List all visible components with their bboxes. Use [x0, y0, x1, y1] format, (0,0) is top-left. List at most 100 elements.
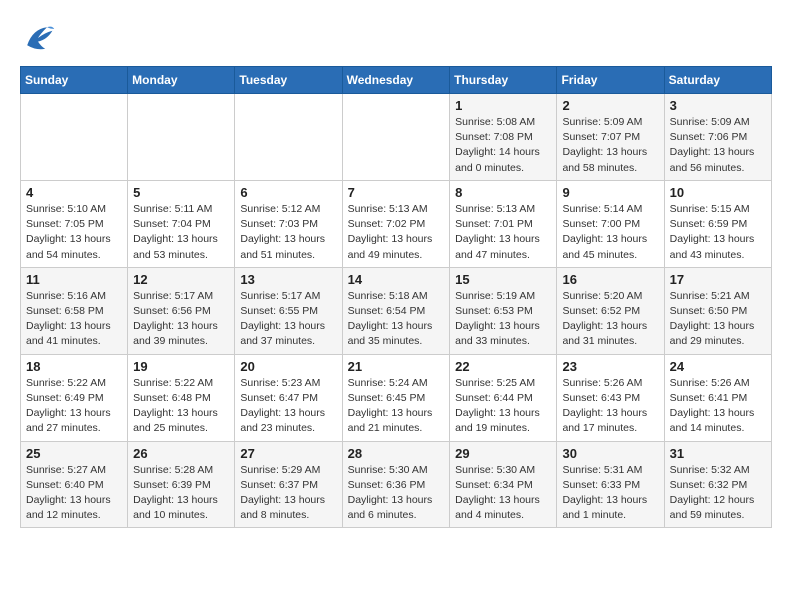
calendar-cell: 13 Sunrise: 5:17 AM Sunset: 6:55 PM Dayli…	[235, 267, 342, 354]
day-number: 9	[562, 185, 658, 200]
day-number: 12	[133, 272, 229, 287]
calendar-cell: 22 Sunrise: 5:25 AM Sunset: 6:44 PM Dayli…	[450, 354, 557, 441]
day-number: 31	[670, 446, 766, 461]
calendar-cell: 23 Sunrise: 5:26 AM Sunset: 6:43 PM Dayli…	[557, 354, 664, 441]
day-info: Sunrise: 5:20 AM Sunset: 6:52 PM Dayligh…	[562, 289, 658, 350]
day-number: 15	[455, 272, 551, 287]
calendar-cell: 1 Sunrise: 5:08 AM Sunset: 7:08 PM Daylig…	[450, 94, 557, 181]
calendar-header-tuesday: Tuesday	[235, 67, 342, 94]
day-number: 28	[348, 446, 445, 461]
calendar-cell: 24Sunrise: 5:26 AM Sunset: 6:41 PM Dayli…	[664, 354, 771, 441]
calendar-cell: 29Sunrise: 5:30 AM Sunset: 6:34 PM Dayli…	[450, 441, 557, 528]
day-number: 19	[133, 359, 229, 374]
calendar-week-row: 4 Sunrise: 5:10 AM Sunset: 7:05 PM Daylig…	[21, 180, 772, 267]
calendar-week-row: 18 Sunrise: 5:22 AM Sunset: 6:49 PM Dayli…	[21, 354, 772, 441]
calendar-cell: 3 Sunrise: 5:09 AM Sunset: 7:06 PM Daylig…	[664, 94, 771, 181]
calendar-cell: 26Sunrise: 5:28 AM Sunset: 6:39 PM Dayli…	[128, 441, 235, 528]
day-info: Sunrise: 5:30 AM Sunset: 6:36 PM Dayligh…	[348, 463, 445, 524]
day-info: Sunrise: 5:15 AM Sunset: 6:59 PM Dayligh…	[670, 202, 766, 263]
day-info: Sunrise: 5:19 AM Sunset: 6:53 PM Dayligh…	[455, 289, 551, 350]
day-info: Sunrise: 5:22 AM Sunset: 6:49 PM Dayligh…	[26, 376, 122, 437]
day-number: 18	[26, 359, 122, 374]
day-number: 10	[670, 185, 766, 200]
calendar-cell: 12 Sunrise: 5:17 AM Sunset: 6:56 PM Dayli…	[128, 267, 235, 354]
calendar-header-saturday: Saturday	[664, 67, 771, 94]
day-info: Sunrise: 5:27 AM Sunset: 6:40 PM Dayligh…	[26, 463, 122, 524]
day-number: 17	[670, 272, 766, 287]
calendar-cell: 20Sunrise: 5:23 AM Sunset: 6:47 PM Dayli…	[235, 354, 342, 441]
day-number: 29	[455, 446, 551, 461]
day-number: 22	[455, 359, 551, 374]
day-number: 16	[562, 272, 658, 287]
day-number: 4	[26, 185, 122, 200]
calendar-cell: 19 Sunrise: 5:22 AM Sunset: 6:48 PM Dayli…	[128, 354, 235, 441]
day-info: Sunrise: 5:22 AM Sunset: 6:48 PM Dayligh…	[133, 376, 229, 437]
calendar-cell: 7 Sunrise: 5:13 AM Sunset: 7:02 PM Daylig…	[342, 180, 450, 267]
day-info: Sunrise: 5:11 AM Sunset: 7:04 PM Dayligh…	[133, 202, 229, 263]
day-info: Sunrise: 5:17 AM Sunset: 6:56 PM Dayligh…	[133, 289, 229, 350]
day-info: Sunrise: 5:16 AM Sunset: 6:58 PM Dayligh…	[26, 289, 122, 350]
calendar-cell: 8 Sunrise: 5:13 AM Sunset: 7:01 PM Daylig…	[450, 180, 557, 267]
calendar-week-row: 11 Sunrise: 5:16 AM Sunset: 6:58 PM Dayli…	[21, 267, 772, 354]
calendar-header-thursday: Thursday	[450, 67, 557, 94]
day-number: 6	[240, 185, 336, 200]
day-number: 30	[562, 446, 658, 461]
calendar-header-wednesday: Wednesday	[342, 67, 450, 94]
calendar-cell	[342, 94, 450, 181]
day-number: 26	[133, 446, 229, 461]
day-info: Sunrise: 5:10 AM Sunset: 7:05 PM Dayligh…	[26, 202, 122, 263]
day-info: Sunrise: 5:26 AM Sunset: 6:43 PM Dayligh…	[562, 376, 658, 437]
calendar-cell: 25 Sunrise: 5:27 AM Sunset: 6:40 PM Dayli…	[21, 441, 128, 528]
day-info: Sunrise: 5:29 AM Sunset: 6:37 PM Dayligh…	[240, 463, 336, 524]
day-info: Sunrise: 5:32 AM Sunset: 6:32 PM Dayligh…	[670, 463, 766, 524]
day-number: 3	[670, 98, 766, 113]
calendar-table: SundayMondayTuesdayWednesdayThursdayFrid…	[20, 66, 772, 528]
day-number: 7	[348, 185, 445, 200]
day-info: Sunrise: 5:08 AM Sunset: 7:08 PM Dayligh…	[455, 115, 551, 176]
day-info: Sunrise: 5:17 AM Sunset: 6:55 PM Dayligh…	[240, 289, 336, 350]
day-number: 24	[670, 359, 766, 374]
page-header	[20, 20, 772, 56]
day-info: Sunrise: 5:13 AM Sunset: 7:01 PM Dayligh…	[455, 202, 551, 263]
calendar-cell: 4 Sunrise: 5:10 AM Sunset: 7:05 PM Daylig…	[21, 180, 128, 267]
calendar-cell: 5Sunrise: 5:11 AM Sunset: 7:04 PM Daylig…	[128, 180, 235, 267]
calendar-cell: 16 Sunrise: 5:20 AM Sunset: 6:52 PM Dayli…	[557, 267, 664, 354]
calendar-week-row: 25 Sunrise: 5:27 AM Sunset: 6:40 PM Dayli…	[21, 441, 772, 528]
calendar-cell	[21, 94, 128, 181]
day-info: Sunrise: 5:25 AM Sunset: 6:44 PM Dayligh…	[455, 376, 551, 437]
calendar-cell: 11 Sunrise: 5:16 AM Sunset: 6:58 PM Dayli…	[21, 267, 128, 354]
day-number: 21	[348, 359, 445, 374]
day-info: Sunrise: 5:31 AM Sunset: 6:33 PM Dayligh…	[562, 463, 658, 524]
logo-icon	[20, 20, 56, 56]
calendar-cell: 10 Sunrise: 5:15 AM Sunset: 6:59 PM Dayli…	[664, 180, 771, 267]
calendar-cell: 17 Sunrise: 5:21 AM Sunset: 6:50 PM Dayli…	[664, 267, 771, 354]
day-number: 27	[240, 446, 336, 461]
calendar-cell: 31 Sunrise: 5:32 AM Sunset: 6:32 PM Dayli…	[664, 441, 771, 528]
day-number: 13	[240, 272, 336, 287]
calendar-header-monday: Monday	[128, 67, 235, 94]
day-number: 8	[455, 185, 551, 200]
calendar-header-sunday: Sunday	[21, 67, 128, 94]
logo	[20, 20, 62, 56]
day-number: 14	[348, 272, 445, 287]
calendar-cell: 28 Sunrise: 5:30 AM Sunset: 6:36 PM Dayli…	[342, 441, 450, 528]
day-number: 1	[455, 98, 551, 113]
day-number: 2	[562, 98, 658, 113]
day-number: 11	[26, 272, 122, 287]
day-number: 23	[562, 359, 658, 374]
calendar-cell: 21Sunrise: 5:24 AM Sunset: 6:45 PM Dayli…	[342, 354, 450, 441]
calendar-cell: 2 Sunrise: 5:09 AM Sunset: 7:07 PM Daylig…	[557, 94, 664, 181]
day-info: Sunrise: 5:09 AM Sunset: 7:07 PM Dayligh…	[562, 115, 658, 176]
calendar-header-row: SundayMondayTuesdayWednesdayThursdayFrid…	[21, 67, 772, 94]
day-number: 25	[26, 446, 122, 461]
calendar-cell	[235, 94, 342, 181]
day-info: Sunrise: 5:21 AM Sunset: 6:50 PM Dayligh…	[670, 289, 766, 350]
day-info: Sunrise: 5:09 AM Sunset: 7:06 PM Dayligh…	[670, 115, 766, 176]
calendar-cell: 9Sunrise: 5:14 AM Sunset: 7:00 PM Daylig…	[557, 180, 664, 267]
calendar-cell: 15 Sunrise: 5:19 AM Sunset: 6:53 PM Dayli…	[450, 267, 557, 354]
calendar-week-row: 1 Sunrise: 5:08 AM Sunset: 7:08 PM Daylig…	[21, 94, 772, 181]
calendar-cell: 14Sunrise: 5:18 AM Sunset: 6:54 PM Dayli…	[342, 267, 450, 354]
day-info: Sunrise: 5:13 AM Sunset: 7:02 PM Dayligh…	[348, 202, 445, 263]
calendar-cell: 30 Sunrise: 5:31 AM Sunset: 6:33 PM Dayli…	[557, 441, 664, 528]
calendar-cell	[128, 94, 235, 181]
